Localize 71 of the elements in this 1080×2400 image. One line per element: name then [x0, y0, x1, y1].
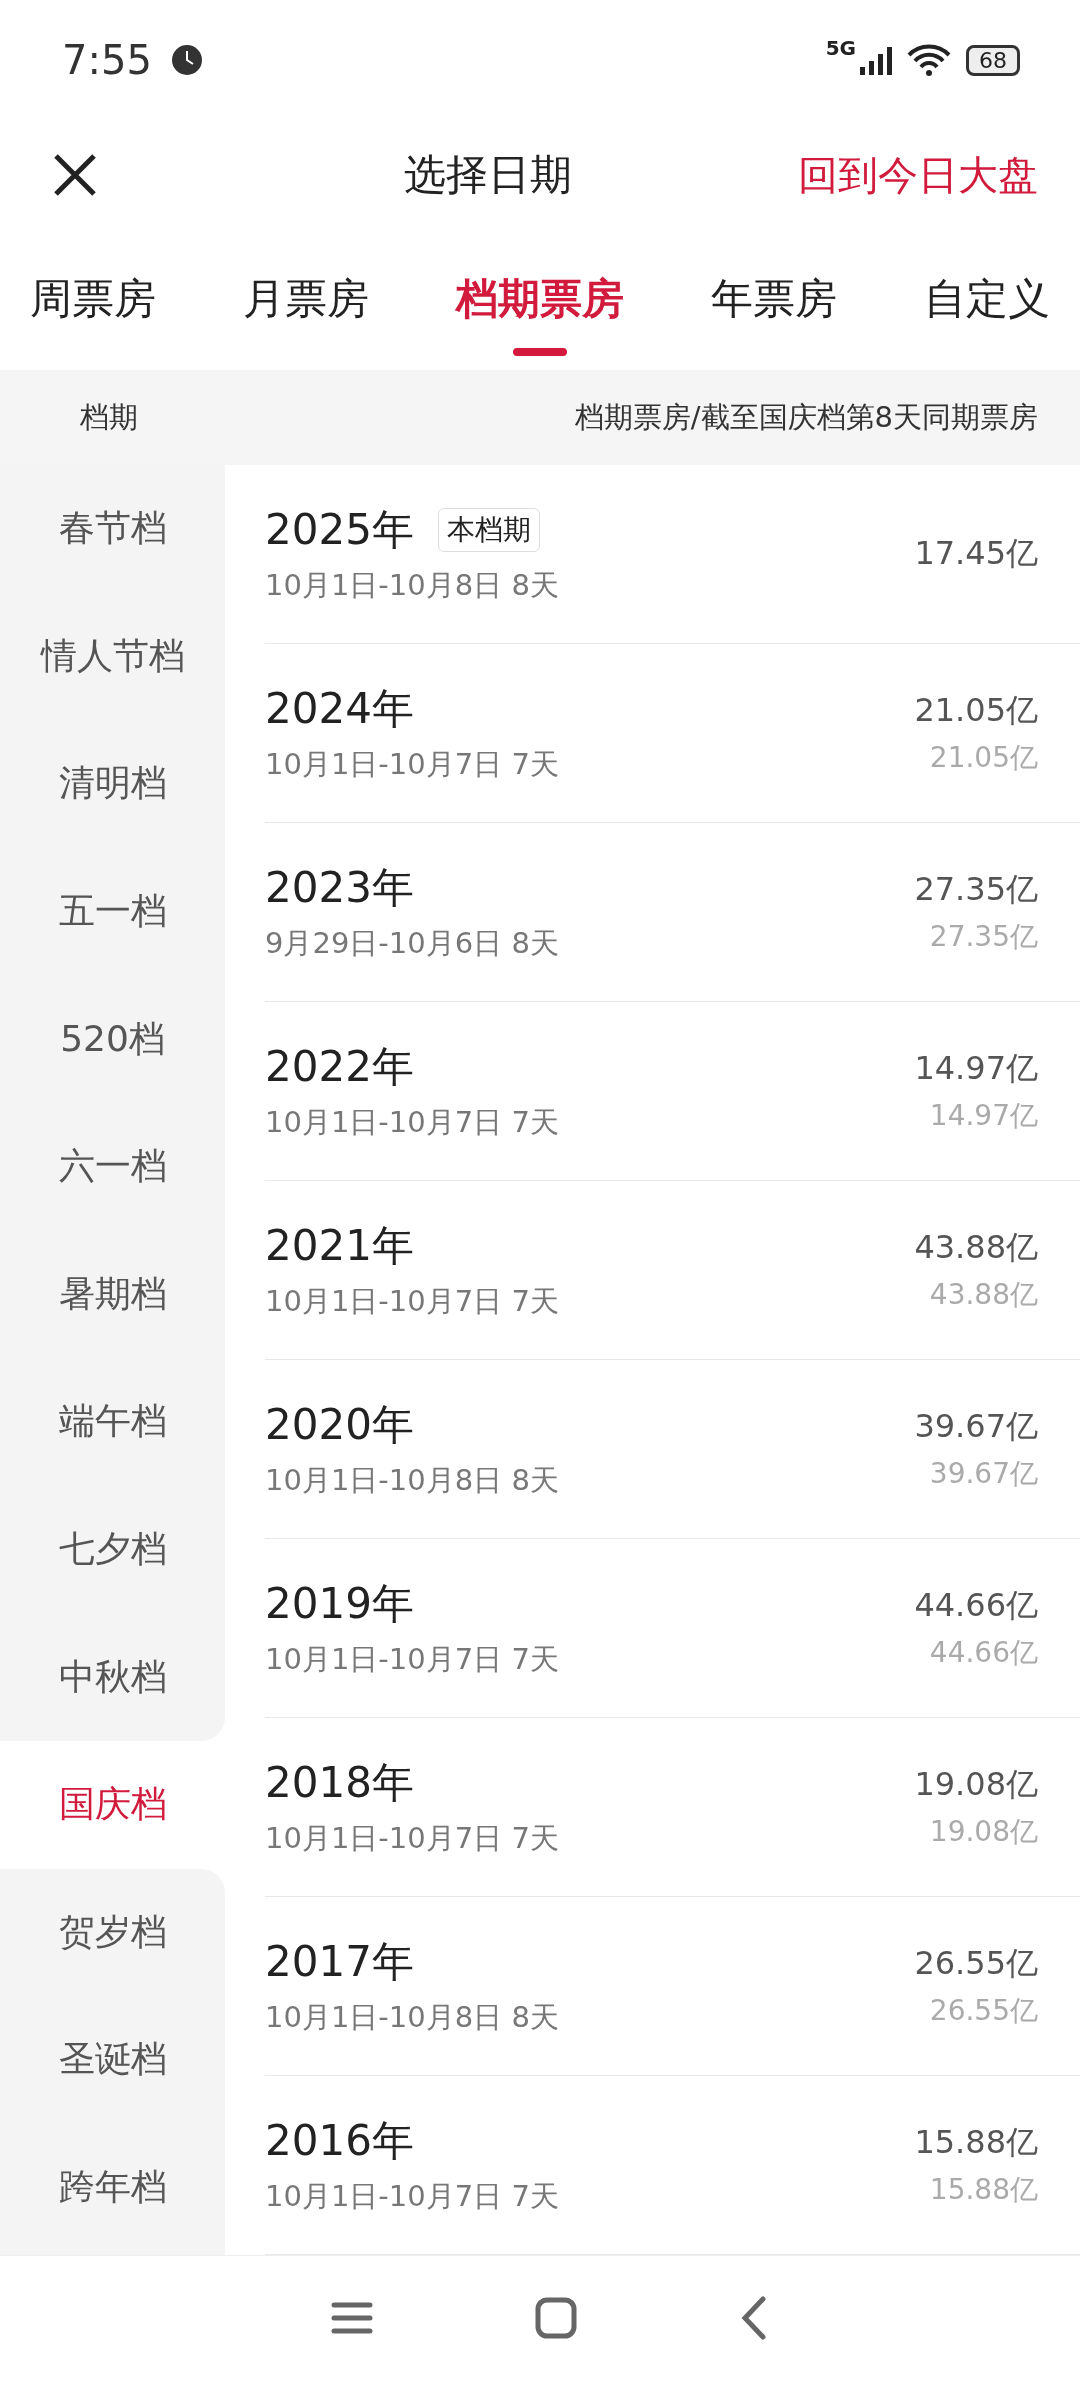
- box-office-amount: 15.88亿: [914, 2122, 1038, 2163]
- year-label: 2018年: [265, 1757, 414, 1809]
- date-range: 10月1日-10月8日 8天: [265, 567, 559, 604]
- year-label: 2024年: [265, 683, 414, 735]
- box-office-amount: 17.45亿: [914, 533, 1038, 574]
- sidebar-item[interactable]: 暑期档: [0, 1230, 225, 1359]
- date-range: 10月1日-10月8日 8天: [265, 1462, 559, 1499]
- clock-icon: [169, 43, 204, 77]
- close-icon[interactable]: [52, 152, 98, 198]
- year-label: 2017年: [265, 1936, 414, 1988]
- same-period-amount: 43.88亿: [929, 1277, 1038, 1313]
- date-range: 10月1日-10月7日 7天: [265, 1104, 559, 1141]
- sidebar-item[interactable]: 端午档: [0, 1358, 225, 1486]
- year-label: 2025年: [265, 504, 414, 556]
- same-period-amount: 19.08亿: [929, 1814, 1038, 1850]
- date-range: 10月1日-10月7日 7天: [265, 1283, 559, 1320]
- battery-icon: 68: [966, 44, 1020, 76]
- box-office-amount: 26.55亿: [914, 1943, 1038, 1984]
- date-range: 10月1日-10月7日 7天: [265, 1820, 559, 1857]
- same-period-amount: 21.05亿: [929, 740, 1038, 776]
- year-label: 2019年: [265, 1578, 414, 1630]
- tab[interactable]: 自定义: [924, 243, 1050, 357]
- same-period-amount: 39.67亿: [929, 1456, 1038, 1492]
- date-range: 9月29日-10月6日 8天: [265, 925, 559, 962]
- date-range: 10月1日-10月7日 7天: [265, 2178, 559, 2215]
- date-range: 10月1日-10月7日 7天: [265, 1641, 559, 1678]
- year-label: 2020年: [265, 1399, 414, 1451]
- date-range: 10月1日-10月7日 7天: [265, 746, 559, 783]
- box-office-amount: 43.88亿: [914, 1227, 1038, 1268]
- sidebar-item[interactable]: 春节档: [0, 465, 225, 593]
- box-office-amount: 14.97亿: [914, 1048, 1038, 1089]
- same-period-amount: 27.35亿: [929, 919, 1038, 955]
- sidebar-item[interactable]: 五一档: [0, 847, 225, 976]
- sidebar-item[interactable]: 520档: [0, 975, 225, 1103]
- menu-icon[interactable]: [331, 2301, 373, 2335]
- box-office-amount: 39.67亿: [914, 1406, 1038, 1447]
- network-label: 5G: [825, 36, 856, 60]
- box-office-amount: 19.08亿: [914, 1764, 1038, 1805]
- same-period-amount: 26.55亿: [929, 1993, 1038, 2029]
- same-period-amount: 14.97亿: [929, 1098, 1038, 1134]
- sidebar-item[interactable]: 六一档: [0, 1102, 225, 1231]
- page-title: 选择日期: [404, 149, 572, 201]
- status-time: 7:55: [62, 37, 152, 83]
- tab[interactable]: 年票房: [711, 243, 837, 357]
- sidebar-item[interactable]: 贺岁档: [0, 1868, 225, 1997]
- box-office-amount: 21.05亿: [914, 690, 1038, 731]
- box-office-amount: 27.35亿: [914, 869, 1038, 910]
- wifi-icon: [906, 43, 952, 77]
- year-label: 2023年: [265, 862, 414, 914]
- date-range: 10月1日-10月8日 8天: [265, 1999, 559, 2036]
- tab[interactable]: 档期票房: [456, 243, 624, 357]
- year-label: 2022年: [265, 1041, 414, 1093]
- box-office-amount: 44.66亿: [914, 1585, 1038, 1626]
- current-period-tag: 本档期: [437, 508, 540, 552]
- sidebar-item[interactable]: 圣诞档: [0, 1996, 225, 2124]
- back-to-today-link[interactable]: 回到今日大盘: [798, 147, 1038, 203]
- sidebar-item[interactable]: 七夕档: [0, 1485, 225, 1614]
- back-icon[interactable]: [739, 2295, 769, 2341]
- sidebar-item[interactable]: 中秋档: [0, 1613, 225, 1741]
- year-label: 2016年: [265, 2115, 414, 2167]
- sidebar-item[interactable]: 跨年档: [0, 2123, 225, 2252]
- sidebar-item[interactable]: 清明档: [0, 720, 225, 848]
- year-label: 2021年: [265, 1220, 414, 1272]
- home-icon[interactable]: [535, 2297, 577, 2339]
- same-period-amount: 44.66亿: [929, 1635, 1038, 1671]
- column-label: 档期: [80, 398, 138, 436]
- tab[interactable]: 周票房: [30, 243, 156, 357]
- tab[interactable]: 月票房: [243, 243, 369, 357]
- sidebar-item[interactable]: 情人节档: [0, 592, 225, 721]
- column-label: 档期票房/截至国庆档第8天同期票房: [574, 398, 1038, 436]
- same-period-amount: 15.88亿: [929, 2172, 1038, 2208]
